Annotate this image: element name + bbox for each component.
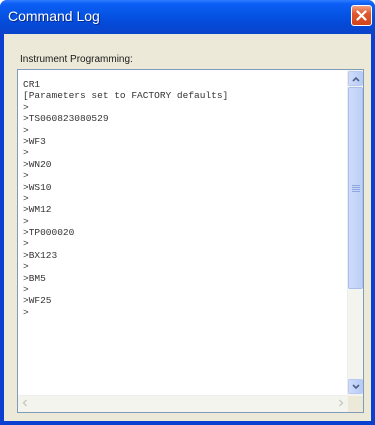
log-line: >WM12: [23, 204, 52, 216]
log-line: >: [23, 124, 29, 136]
log-line: >: [23, 306, 29, 318]
log-line: >WS10: [23, 181, 52, 193]
instrument-programming-label: Instrument Programming:: [20, 54, 133, 65]
command-log-content[interactable]: CR1 [Parameters set to FACTORY defaults] >…: [23, 79, 345, 381]
log-line: >: [23, 147, 29, 159]
thumb-grip-line: [352, 185, 360, 186]
title-bar[interactable]: Command Log: [0, 0, 375, 34]
close-icon: [356, 10, 367, 21]
thumb-grip-line: [352, 189, 360, 190]
command-log-textbox[interactable]: CR1 [Parameters set to FACTORY defaults] >…: [17, 69, 364, 413]
window-title: Command Log: [8, 8, 100, 24]
log-line: >WN20: [23, 158, 52, 170]
close-button[interactable]: [351, 5, 372, 26]
log-line: >: [23, 284, 29, 296]
chevron-up-icon: [352, 76, 360, 82]
log-line: >: [23, 215, 29, 227]
thumb-grip-line: [352, 187, 360, 188]
log-line: >TP000020: [23, 227, 75, 239]
log-line: >: [23, 101, 29, 113]
log-line: CR1: [23, 79, 41, 90]
vertical-scrollbar[interactable]: [347, 70, 363, 396]
log-line: >: [23, 170, 29, 182]
log-line: [Parameters set to FACTORY defaults]: [23, 90, 229, 102]
log-line: >: [23, 261, 29, 273]
chevron-down-icon: [352, 384, 360, 390]
log-line: >WF3: [23, 135, 46, 147]
log-line: >: [23, 192, 29, 204]
scrollbar-corner: [348, 396, 363, 412]
log-line: >TS060823080529: [23, 113, 109, 125]
log-line: >BX123: [23, 249, 58, 261]
chevron-right-icon[interactable]: [338, 399, 344, 407]
scroll-down-button[interactable]: [348, 379, 363, 394]
chevron-left-icon[interactable]: [22, 399, 28, 407]
horizontal-scrollbar[interactable]: [18, 395, 348, 412]
scroll-up-button[interactable]: [348, 71, 363, 86]
log-line: >BM5: [23, 272, 46, 284]
log-line: >WF25: [23, 295, 52, 307]
thumb-grip-line: [352, 191, 360, 192]
vertical-scroll-thumb[interactable]: [348, 87, 363, 289]
log-line: >: [23, 238, 29, 250]
